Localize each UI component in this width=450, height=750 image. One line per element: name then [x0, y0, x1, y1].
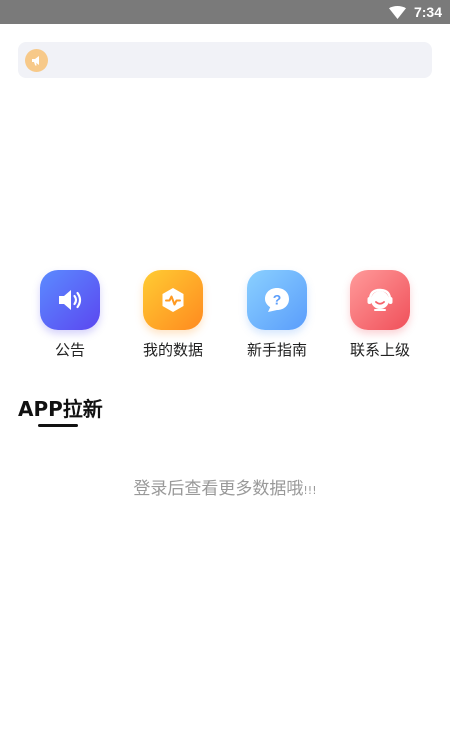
- menu-item-contact-superior[interactable]: 联系上级: [335, 270, 425, 360]
- empty-state-message: 登录后查看更多数据哦!!!: [0, 474, 450, 499]
- megaphone-icon: [25, 48, 48, 72]
- menu-item-label: 联系上级: [349, 341, 410, 359]
- menu-item-my-data[interactable]: 我的数据: [128, 270, 218, 360]
- svg-text:?: ?: [273, 292, 282, 308]
- section-tab-indicator: [38, 424, 78, 427]
- menu-item-label: 新手指南: [246, 341, 307, 359]
- notice-bar[interactable]: [18, 42, 432, 78]
- menu-item-announcement[interactable]: 公告: [25, 270, 115, 360]
- quick-menu: 公告 我的数据 ? 新手指南 联系上级: [0, 270, 450, 362]
- menu-item-beginner-guide[interactable]: ? 新手指南: [232, 270, 322, 360]
- clock-time: 7:34: [413, 4, 442, 20]
- section-title[interactable]: APP拉新: [18, 393, 103, 422]
- menu-item-label: 公告: [54, 341, 85, 359]
- empty-state-text: 登录后查看更多数据哦: [133, 479, 304, 499]
- question-bubble-icon: ?: [247, 270, 307, 330]
- data-chart-icon: [143, 270, 203, 330]
- wifi-icon: [388, 5, 406, 19]
- speaker-icon: [40, 270, 100, 330]
- status-bar: 7:34: [0, 0, 450, 24]
- menu-item-label: 我的数据: [142, 341, 203, 359]
- empty-state-suffix: !!!: [303, 484, 317, 497]
- headset-icon: [350, 270, 410, 330]
